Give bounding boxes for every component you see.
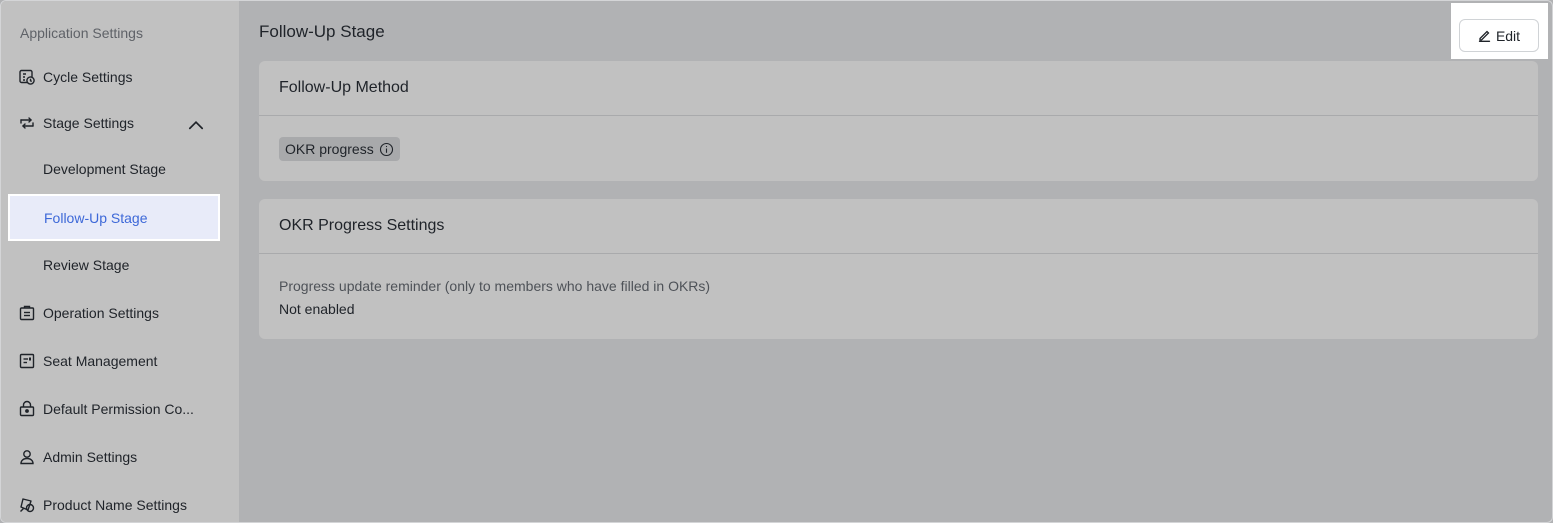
info-icon[interactable] (379, 142, 394, 157)
pencil-icon (1478, 30, 1491, 42)
follow-up-method-card: Follow-Up Method OKR progress (259, 61, 1538, 181)
seat-card-icon (18, 352, 36, 370)
edit-button-highlight: Edit (1451, 3, 1548, 59)
sidebar-item-label: Operation Settings (43, 305, 159, 321)
chevron-up-icon[interactable] (187, 116, 205, 134)
sidebar-item-follow-up-stage[interactable]: Follow-Up Stage (8, 194, 220, 241)
sidebar-item-label: Cycle Settings (43, 69, 133, 85)
okr-progress-settings-card: OKR Progress Settings Progress update re… (259, 199, 1538, 339)
sidebar-item-label: Follow-Up Stage (44, 209, 148, 226)
sidebar-item-label: Stage Settings (43, 115, 135, 131)
okr-progress-tag: OKR progress (279, 137, 400, 161)
sidebar-item-label: Product Name Settings (43, 497, 187, 513)
clipboard-icon (18, 304, 36, 322)
user-icon (18, 448, 36, 466)
card-title: OKR Progress Settings (259, 199, 1538, 254)
product-name-icon (18, 496, 36, 514)
sidebar-item-label: Development Stage (43, 161, 166, 177)
edit-button-label: Edit (1495, 27, 1521, 44)
sidebar-item-stage-settings[interactable]: Stage Settings (1, 103, 239, 143)
sidebar-item-seat-management[interactable]: Seat Management (1, 341, 239, 381)
app-window: Application Settings Cycle Settings Stag… (0, 0, 1553, 523)
sidebar-item-label: Default Permission Co... (43, 401, 194, 417)
sidebar-section-title: Application Settings (20, 25, 143, 41)
progress-reminder-value: Not enabled (279, 301, 355, 317)
lock-icon (18, 400, 36, 418)
sidebar-item-label: Seat Management (43, 353, 158, 369)
sidebar-item-development-stage[interactable]: Development Stage (1, 149, 239, 189)
page-title: Follow-Up Stage (259, 22, 385, 41)
main-content: Follow-Up Stage Edit Follow-Up Method OK… (239, 1, 1552, 522)
sidebar-item-label: Review Stage (43, 257, 130, 273)
sidebar-item-product-name-settings[interactable]: Product Name Settings (1, 485, 239, 522)
sidebar-item-admin-settings[interactable]: Admin Settings (1, 437, 239, 477)
sidebar-item-cycle-settings[interactable]: Cycle Settings (1, 57, 239, 97)
calendar-clock-icon (18, 68, 36, 86)
card-title: Follow-Up Method (259, 61, 1538, 116)
stage-flow-icon (18, 114, 36, 132)
sidebar-item-label: Admin Settings (43, 449, 138, 465)
sidebar-item-default-permission[interactable]: Default Permission Co... (1, 389, 239, 429)
progress-reminder-label: Progress update reminder (only to member… (279, 278, 711, 294)
edit-button[interactable]: Edit (1459, 19, 1539, 52)
tag-label: OKR progress (285, 141, 374, 157)
sidebar-item-operation-settings[interactable]: Operation Settings (1, 293, 239, 333)
sidebar: Application Settings Cycle Settings Stag… (1, 1, 239, 522)
sidebar-item-review-stage[interactable]: Review Stage (1, 245, 239, 285)
